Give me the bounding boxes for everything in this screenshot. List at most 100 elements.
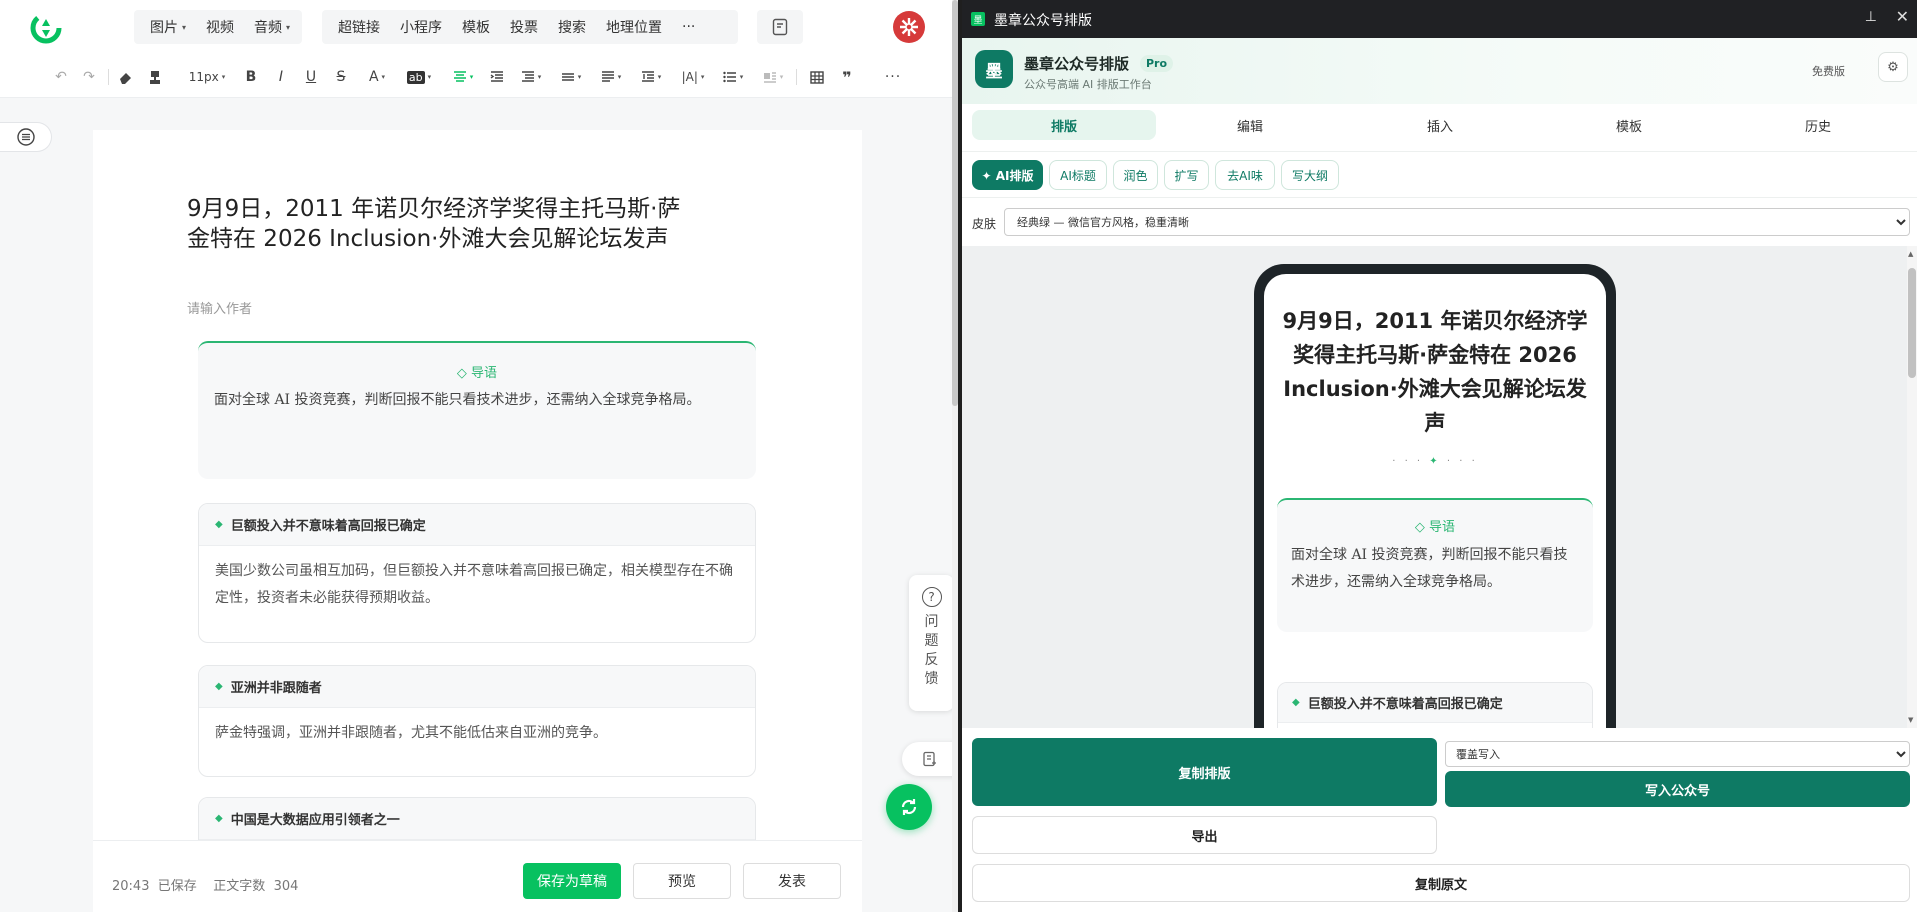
side-panel-button[interactable] xyxy=(902,742,958,776)
align-center-button[interactable]: ▾ xyxy=(448,64,478,90)
remove-ai-tone-button[interactable]: 去AI味 xyxy=(1215,160,1275,190)
chevron-down-icon: ▾ xyxy=(617,73,622,81)
write-to-mp-button[interactable]: 写入公众号 xyxy=(1445,771,1910,807)
underline-button[interactable]: U xyxy=(300,64,322,90)
chevron-down-icon: ▾ xyxy=(469,73,474,81)
article-canvas[interactable]: 9月9日，2011 年诺贝尔经济学奖得主托马斯·萨金特在 2026 Inclus… xyxy=(93,130,862,912)
strikethrough-button[interactable]: S xyxy=(330,64,352,90)
preview-section-heading: ◆ 巨额投入并不意味着高回报已确定 xyxy=(1278,683,1592,723)
insert-vote[interactable]: 投票 xyxy=(500,10,548,44)
background-color-button[interactable]: ab ▾ xyxy=(402,64,436,90)
float-image-button[interactable]: ▾ xyxy=(758,64,788,90)
close-icon[interactable]: ✕ xyxy=(1896,7,1909,26)
compose-side-button[interactable] xyxy=(757,10,803,44)
outline-toggle-button[interactable] xyxy=(0,122,52,152)
scrollbar-thumb[interactable] xyxy=(1908,268,1916,378)
outdent-button[interactable]: ▾ xyxy=(636,64,666,90)
nav-image[interactable]: 图片 ▾ xyxy=(140,10,196,44)
format-plugin-panel: 墨 墨章公众号排版 ⊥ ✕ 墨 墨章公众号排版 Pro 公众号高端 AI 排版工… xyxy=(962,0,1917,912)
preview-lead-text: 面对全球 AI 投资竞赛，判断回报不能只看技术进步，还需纳入全球竞争格局。 xyxy=(1291,547,1568,590)
italic-button[interactable]: I xyxy=(270,64,292,90)
author-input[interactable]: 请输入作者 xyxy=(187,298,252,317)
word-count: 304 xyxy=(273,879,299,894)
justify-icon xyxy=(601,71,614,82)
line-height-button[interactable]: ▾ xyxy=(556,64,586,90)
section-card: ◆ 亚洲并非跟随者 萨金特强调，亚洲并非跟随者，尤其不能低估来自亚洲的竞争。 xyxy=(198,665,756,777)
polish-button[interactable]: 润色 xyxy=(1113,160,1158,190)
ai-title-button[interactable]: AI标题 xyxy=(1049,160,1107,190)
insert-template[interactable]: 模板 xyxy=(452,10,500,44)
skin-label: 皮肤 xyxy=(972,217,997,231)
tab-insert[interactable]: 插入 xyxy=(1348,110,1532,140)
preview-lead-label: ◇ 导语 xyxy=(1414,520,1456,535)
redo-button[interactable]: ↷ xyxy=(78,64,100,90)
chevron-down-icon: ▾ xyxy=(427,73,432,81)
article-title[interactable]: 9月9日，2011 年诺贝尔经济学奖得主托马斯·萨金特在 2026 Inclus… xyxy=(187,194,687,254)
scroll-up-icon[interactable]: ▲ xyxy=(1908,250,1913,258)
insert-miniprogram[interactable]: 小程序 xyxy=(390,10,452,44)
undo-button[interactable]: ↶ xyxy=(50,64,72,90)
copy-raw-button[interactable]: 复制原文 xyxy=(972,864,1910,902)
expand-button[interactable]: 扩写 xyxy=(1164,160,1209,190)
document-edit-icon xyxy=(923,751,936,767)
save-draft-button[interactable]: 保存为草稿 xyxy=(523,863,621,899)
plan-label[interactable]: 免费版 xyxy=(1812,63,1845,79)
insert-location[interactable]: 地理位置 xyxy=(596,10,672,44)
chevron-down-icon: ▾ xyxy=(381,73,386,81)
spacing-icon xyxy=(521,71,534,82)
chevron-down-icon: ▾ xyxy=(182,22,187,32)
line-height-icon xyxy=(561,73,574,81)
section-body: 美国少数公司虽相互加码，但巨额投入并不意味着高回报已确定，相关模型存在不确定性，… xyxy=(215,563,733,606)
preview-scrollbar[interactable]: ▲ ▼ xyxy=(1907,246,1917,728)
export-button[interactable]: 导出 xyxy=(972,816,1437,854)
chevron-down-icon: ▾ xyxy=(537,73,542,81)
copy-layout-button[interactable]: 复制排版 xyxy=(972,738,1437,806)
table-button[interactable] xyxy=(806,64,828,90)
indent-icon xyxy=(490,71,503,82)
outline-button[interactable]: 写大纲 xyxy=(1281,160,1339,190)
nav-audio[interactable]: 音频 ▾ xyxy=(244,10,300,44)
pin-icon[interactable]: ⊥ xyxy=(1865,9,1877,25)
align-justify-button[interactable]: ▾ xyxy=(596,64,626,90)
paragraph-spacing-button[interactable]: ▾ xyxy=(516,64,546,90)
bullet-list-button[interactable]: ▾ xyxy=(718,64,748,90)
quote-button[interactable]: ❞ xyxy=(836,64,858,90)
more-format-button[interactable]: ··· xyxy=(880,64,906,90)
section-card: ◆ 巨额投入并不意味着高回报已确定 美国少数公司虽相互加码，但巨额投入并不意味着高… xyxy=(198,503,756,643)
letter-spacing-button[interactable]: |A| ▾ xyxy=(676,64,710,90)
nav-video[interactable]: 视频 xyxy=(196,10,244,44)
indent-button[interactable] xyxy=(486,64,508,90)
phone-screen[interactable]: 9月9日，2011 年诺贝尔经济学奖得主托马斯·萨金特在 2026 Inclus… xyxy=(1264,274,1606,728)
write-mode-select[interactable]: 覆盖写入 xyxy=(1445,741,1910,767)
publish-button[interactable]: 发表 xyxy=(743,863,841,899)
bold-button[interactable]: B xyxy=(240,64,262,90)
user-avatar[interactable] xyxy=(893,11,925,43)
preview-button[interactable]: 预览 xyxy=(633,863,731,899)
tab-edit[interactable]: 编辑 xyxy=(1158,110,1342,140)
float-icon xyxy=(763,72,776,83)
preview-lead-block: ◇ 导语 面对全球 AI 投资竞赛，判断回报不能只看技术进步，还需纳入全球竞争格… xyxy=(1277,498,1593,632)
tab-template[interactable]: 模板 xyxy=(1537,110,1721,140)
tab-layout[interactable]: 排版 xyxy=(972,110,1156,140)
plugin-subtitle: 公众号高端 AI 排版工作台 xyxy=(1024,78,1152,91)
font-size-select[interactable]: 11px ▾ xyxy=(184,64,230,90)
plugin-logo: 墨 xyxy=(975,50,1013,88)
skin-select[interactable]: 经典绿 — 微信官方风格，稳重清晰 xyxy=(1004,208,1910,236)
insert-search[interactable]: 搜索 xyxy=(548,10,596,44)
chevron-down-icon: ▾ xyxy=(657,73,662,81)
format-painter-button[interactable] xyxy=(144,64,166,90)
ai-layout-button[interactable]: ✦ AI排版 xyxy=(972,160,1043,190)
lead-text: 面对全球 AI 投资竞赛，判断回报不能只看技术进步，还需纳入全球竞争格局。 xyxy=(214,392,701,408)
clear-format-button[interactable] xyxy=(114,64,136,90)
preview-section-card: ◆ 巨额投入并不意味着高回报已确定 xyxy=(1277,682,1593,728)
chevron-down-icon: ▾ xyxy=(221,73,226,81)
feedback-button[interactable]: ? 问题反馈 xyxy=(909,575,954,711)
more-insert-button[interactable]: ··· xyxy=(672,10,705,44)
tab-history[interactable]: 历史 xyxy=(1726,110,1910,140)
sync-fab-button[interactable] xyxy=(886,784,932,830)
settings-button[interactable]: ⚙ xyxy=(1878,52,1908,82)
scroll-down-icon[interactable]: ▼ xyxy=(1908,716,1913,724)
insert-link[interactable]: 超链接 xyxy=(328,10,390,44)
font-color-button[interactable]: A ▾ xyxy=(362,64,392,90)
redo-icon: ↷ xyxy=(83,69,95,85)
